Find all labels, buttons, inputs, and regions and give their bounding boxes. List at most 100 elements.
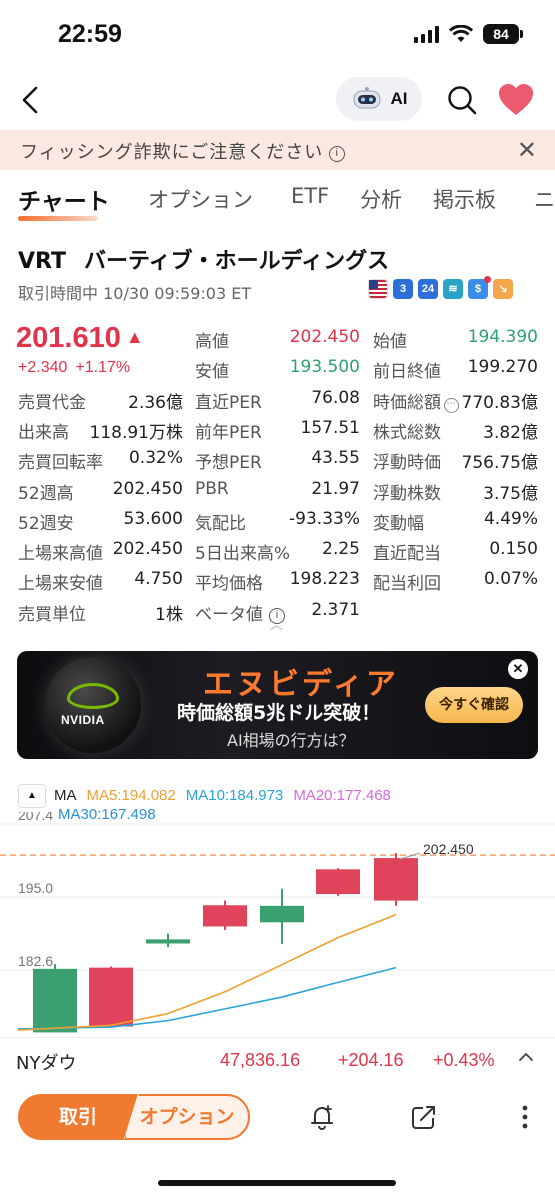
- ai-assistant-button[interactable]: AI: [336, 77, 422, 121]
- quote-label: 52週安: [18, 513, 74, 534]
- quote-label: 高値: [195, 332, 229, 352]
- promo-headline: 時価総額5兆ドル突破！: [177, 702, 381, 724]
- option-button[interactable]: オプション: [124, 1094, 250, 1140]
- ticker-symbol: VRT: [18, 249, 66, 274]
- quote-value: 3.82億: [483, 422, 538, 443]
- candle-body: [260, 905, 304, 923]
- more-icon[interactable]: ⋯: [443, 397, 459, 413]
- quote-label: 気配比: [195, 513, 246, 534]
- quote-value: 2.371: [311, 599, 360, 620]
- price-value: 201.610: [16, 322, 121, 354]
- 24h-icon[interactable]: 24: [418, 279, 438, 299]
- level-badge-text: 3: [399, 283, 407, 295]
- candle-body: [316, 869, 360, 895]
- close-icon[interactable]: ✕: [508, 659, 528, 679]
- tab-chart[interactable]: チャート: [18, 182, 110, 216]
- ma-label[interactable]: MA: [54, 787, 77, 804]
- quote-value: 193.500: [289, 357, 360, 378]
- change-value: +2.340: [18, 359, 68, 376]
- quote-value: 202.450: [289, 327, 360, 347]
- home-indicator: [158, 1180, 396, 1186]
- favorite-heart-icon[interactable]: [496, 80, 536, 120]
- close-icon[interactable]: ✕: [517, 136, 537, 164]
- info-icon[interactable]: i: [329, 146, 346, 162]
- quote-value: ⋯ 770.83億: [443, 388, 538, 413]
- quote-value: 21.97: [311, 478, 360, 499]
- chart-line-icon[interactable]: ≋: [443, 279, 463, 299]
- quote-label: 売買単位: [18, 604, 86, 625]
- quote-value: 3.75億: [483, 483, 538, 504]
- quote-value: 76.08: [311, 387, 360, 408]
- trend-icon[interactable]: ↘: [493, 279, 513, 299]
- tab-options[interactable]: オプション: [148, 184, 253, 214]
- quote-value: 0.32%: [128, 448, 183, 469]
- quote-label: 上場来高値: [18, 544, 103, 565]
- quote-value: 198.223: [289, 569, 360, 590]
- search-icon[interactable]: [444, 82, 480, 118]
- quote-value: 202.450: [112, 478, 183, 499]
- quote-label: 前日終値: [373, 362, 441, 383]
- tab-board[interactable]: 掲示板: [433, 184, 496, 214]
- market-badges: 3 24 ≋ $ ↘: [368, 276, 513, 299]
- candle-body: [374, 858, 418, 901]
- dollar-icon[interactable]: $: [468, 276, 491, 299]
- y-tick-label: 182.6: [18, 953, 53, 969]
- tab-analysis[interactable]: 分析: [360, 184, 402, 214]
- quote-value: 4.750: [134, 569, 183, 590]
- quote-value: 2.36億: [128, 392, 183, 413]
- status-time: 22:59: [58, 20, 122, 48]
- current-price: 201.610 ▲: [16, 322, 144, 355]
- nvidia-eye-icon: [67, 683, 119, 709]
- quote-label: 5日出来高%: [195, 544, 290, 565]
- quote-label: 上場来安値: [18, 574, 103, 595]
- promo-subline: AI相場の行方は？: [227, 731, 355, 750]
- quote-label: 直近配当: [373, 544, 441, 565]
- index-value: 47,836.16: [220, 1050, 301, 1070]
- quote-value: 0.07%: [483, 569, 538, 590]
- price-alert-bell-icon[interactable]: [307, 1102, 337, 1132]
- quote-value: 194.390: [467, 327, 538, 347]
- back-icon[interactable]: [14, 80, 48, 120]
- tab-bar: チャート オプション ETF 分析 掲示板 ニ: [0, 176, 555, 226]
- tab-news[interactable]: ニ: [534, 184, 555, 214]
- quote-label: 時価総額: [373, 392, 441, 413]
- quote-value: 2.25: [322, 539, 360, 560]
- candle-body: [89, 967, 133, 1027]
- tab-etf[interactable]: ETF: [291, 184, 329, 208]
- quote-value: 1株: [155, 604, 183, 625]
- share-icon[interactable]: [409, 1102, 439, 1132]
- quote-label: 浮動時価: [373, 453, 441, 474]
- us-flag-icon[interactable]: [368, 279, 388, 299]
- quote-label: 予想PER: [195, 453, 262, 474]
- ai-label: AI: [390, 89, 408, 108]
- promo-cta-button[interactable]: 今すぐ確認: [425, 687, 523, 723]
- chevron-up-icon[interactable]: [517, 1048, 535, 1066]
- ma-legend: ▲ MA MA5:194.082 MA10:184.973 MA20:177.468: [18, 784, 401, 808]
- quote-value: 157.51: [300, 417, 360, 438]
- quote-value: -93.33%: [289, 508, 360, 529]
- quote-label: 平均価格: [195, 574, 263, 595]
- robot-icon: [353, 87, 380, 109]
- quote-value: 0.150: [489, 539, 538, 560]
- quote-label: PBR: [195, 478, 229, 499]
- nvidia-brand-text: NVIDIA: [61, 713, 105, 727]
- candlestick-chart[interactable]: 207.4 195.0 182.6 202.450: [0, 812, 555, 1037]
- quote-label: 浮動株数: [373, 483, 441, 504]
- quote-label: 変動幅: [373, 513, 424, 534]
- quote-value: 118.91万株: [89, 422, 183, 443]
- index-ticker-bar[interactable]: NYダウ 47,836.16 +204.16 +0.43%: [0, 1037, 555, 1081]
- ma-collapse-toggle[interactable]: ▲: [18, 784, 46, 808]
- trade-button[interactable]: 取引: [18, 1094, 138, 1140]
- collapse-chevron-icon[interactable]: ︿: [270, 614, 283, 633]
- promo-title: エヌビディア: [203, 667, 399, 702]
- nvidia-logo-icon: NVIDIA: [45, 657, 141, 753]
- level-3-icon[interactable]: 3: [393, 279, 413, 299]
- ma5-value: MA5:194.082: [86, 786, 176, 804]
- price-change: +2.340 +1.17%: [18, 359, 138, 377]
- quote-label: 前年PER: [195, 422, 262, 443]
- promo-banner[interactable]: NVIDIA エヌビディア 時価総額5兆ドル突破！ AI相場の行方は？ 今すぐ確…: [17, 651, 538, 759]
- status-bar: 22:59 84: [0, 0, 555, 72]
- more-options-icon[interactable]: [510, 1102, 540, 1132]
- banner-text: フィッシング詐欺にご注意ください i: [20, 138, 346, 164]
- company-name: バーティブ・ホールディングス: [84, 249, 390, 274]
